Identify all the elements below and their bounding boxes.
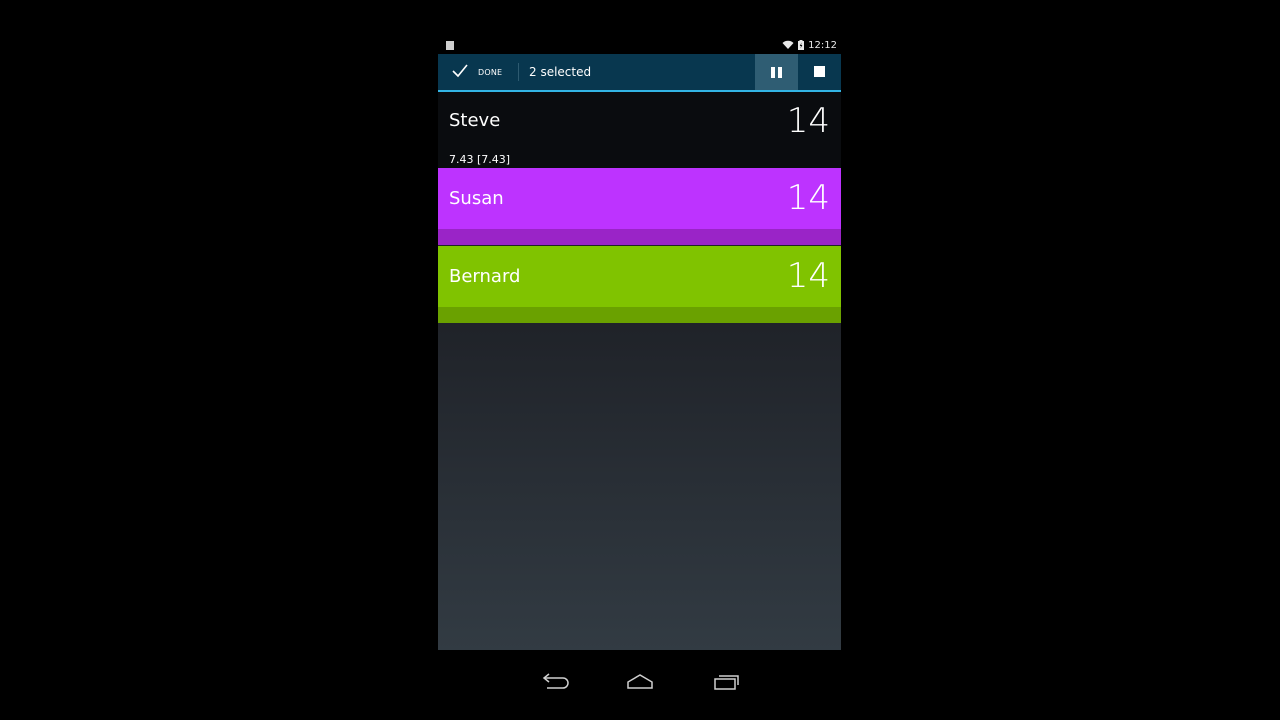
player-list: Steve 14 7.43 [7.43] Susan 14 Bernard 14: [438, 92, 841, 650]
player-score: 14: [786, 101, 830, 141]
player-time: 7.43 [7.43]: [449, 153, 511, 166]
row-selection-strip: [438, 229, 841, 245]
player-row-bernard[interactable]: Bernard 14: [438, 246, 841, 323]
back-button[interactable]: [534, 670, 574, 694]
done-label: DONE: [478, 68, 503, 77]
stop-icon: [814, 66, 825, 77]
player-name: Susan: [449, 188, 504, 209]
home-icon: [627, 674, 653, 689]
home-button[interactable]: [620, 670, 660, 694]
status-bar: 12:12: [438, 36, 841, 54]
pause-button[interactable]: [755, 54, 798, 90]
navigation-bar: [438, 650, 841, 720]
player-row-susan[interactable]: Susan 14: [438, 168, 841, 245]
notification-icon: [446, 41, 454, 50]
player-score: 14: [786, 256, 830, 296]
done-button[interactable]: DONE: [438, 54, 518, 90]
recents-button[interactable]: [706, 670, 746, 694]
player-name: Bernard: [449, 266, 521, 287]
android-device-screen: 12:12 DONE 2 selected Steve 14 7.43 [7.4…: [438, 36, 841, 720]
contextual-action-bar: DONE 2 selected: [438, 54, 841, 92]
recents-icon: [714, 675, 739, 690]
row-selection-strip: [438, 307, 841, 323]
action-bar-divider: [518, 63, 519, 81]
status-time: 12:12: [808, 39, 837, 51]
selection-count: 2 selected: [529, 65, 592, 79]
status-indicators: 12:12: [782, 38, 837, 52]
player-score: 14: [786, 178, 830, 218]
checkmark-icon: [452, 64, 468, 78]
wifi-icon: [782, 40, 794, 49]
stop-button[interactable]: [798, 54, 841, 90]
battery-icon: [798, 40, 805, 50]
player-name: Steve: [449, 110, 501, 131]
back-icon: [542, 673, 569, 689]
player-row-steve[interactable]: Steve 14 7.43 [7.43]: [438, 92, 841, 168]
